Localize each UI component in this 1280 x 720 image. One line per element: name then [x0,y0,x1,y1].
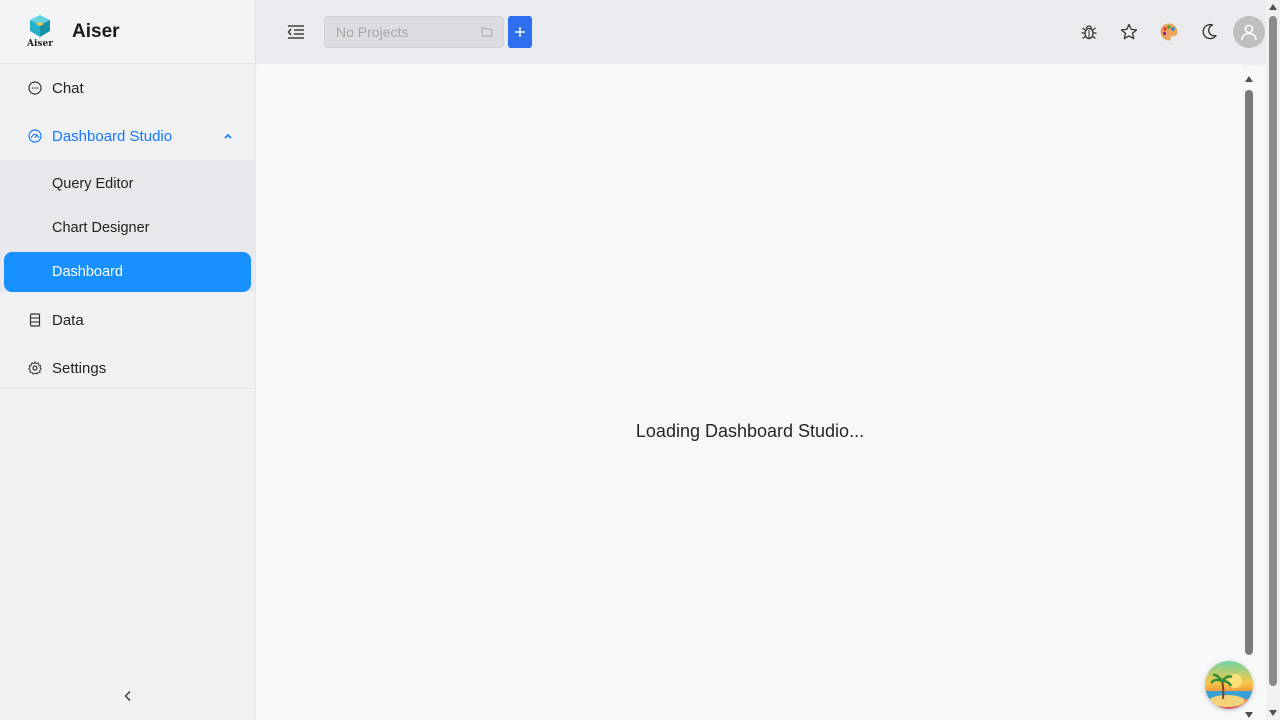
top-header: No Projects [256,0,1266,64]
sidebar-item-label: Chart Designer [52,220,150,236]
moon-icon[interactable] [1197,20,1221,44]
scroll-down-arrow-icon[interactable] [1245,712,1253,718]
folder-icon [481,24,493,40]
plus-icon [515,27,525,37]
main-content: Loading Dashboard Studio... [258,64,1242,720]
sidebar: Aiser Aiser Chat Dashboard Studio Query … [0,0,256,720]
brand-header: Aiser Aiser [0,0,255,64]
sidebar-item-label: Dashboard [52,264,123,280]
menu-fold-button[interactable] [284,20,308,44]
project-select-placeholder: No Projects [336,24,409,40]
palette-icon[interactable] [1157,20,1181,44]
dashboard-studio-submenu: Query Editor Chart Designer Dashboard [0,160,255,292]
chevron-up-icon [223,128,233,145]
header-actions [1061,16,1265,48]
user-avatar-icon[interactable] [1233,16,1265,48]
star-icon[interactable] [1117,20,1141,44]
gear-icon [28,361,42,375]
sidebar-item-data[interactable]: Data [0,296,255,344]
beach-palm-icon [1205,661,1253,709]
collapse-sidebar-button[interactable] [118,686,138,706]
sidebar-item-dashboard[interactable]: Dashboard [4,252,251,292]
sidebar-item-label: Data [52,311,84,329]
sidebar-item-chart-designer[interactable]: Chart Designer [0,208,255,248]
scroll-down-arrow-icon[interactable] [1269,710,1277,716]
app-name: Aiser [72,20,120,42]
chat-bubble-icon [28,81,42,95]
add-project-button[interactable] [508,16,532,48]
chevron-left-icon [124,691,131,701]
scrollbar-thumb[interactable] [1269,16,1277,686]
scroll-up-arrow-icon[interactable] [1245,76,1253,82]
scrollbar-thumb[interactable] [1245,90,1253,655]
sidebar-footer [0,388,255,720]
loading-message: Loading Dashboard Studio... [635,421,865,441]
sidebar-item-query-editor[interactable]: Query Editor [0,164,255,204]
project-select[interactable]: No Projects [324,16,504,48]
sidebar-menu: Chat Dashboard Studio Query Editor Chart… [0,64,255,392]
scroll-up-arrow-icon[interactable] [1269,4,1277,10]
app-logo[interactable]: Aiser [27,14,53,50]
logo-wordmark: Aiser [27,38,53,49]
bug-icon[interactable] [1077,20,1101,44]
sidebar-item-dashboard-studio[interactable]: Dashboard Studio [0,112,255,160]
content-scrollbar[interactable] [1242,72,1256,720]
dashboard-gauge-icon [28,129,42,143]
sidebar-item-chat[interactable]: Chat [0,64,255,112]
cube-logo-icon [30,14,50,37]
sidebar-item-label: Settings [52,359,107,377]
database-icon [28,313,42,327]
sidebar-item-label: Query Editor [52,176,134,192]
assistant-float-button[interactable] [1205,661,1253,709]
sidebar-item-settings[interactable]: Settings [0,344,255,392]
page-scrollbar[interactable] [1266,0,1280,720]
sidebar-item-label: Chat [52,79,84,97]
menu-fold-icon [287,25,304,39]
sidebar-item-label: Dashboard Studio [52,127,173,145]
